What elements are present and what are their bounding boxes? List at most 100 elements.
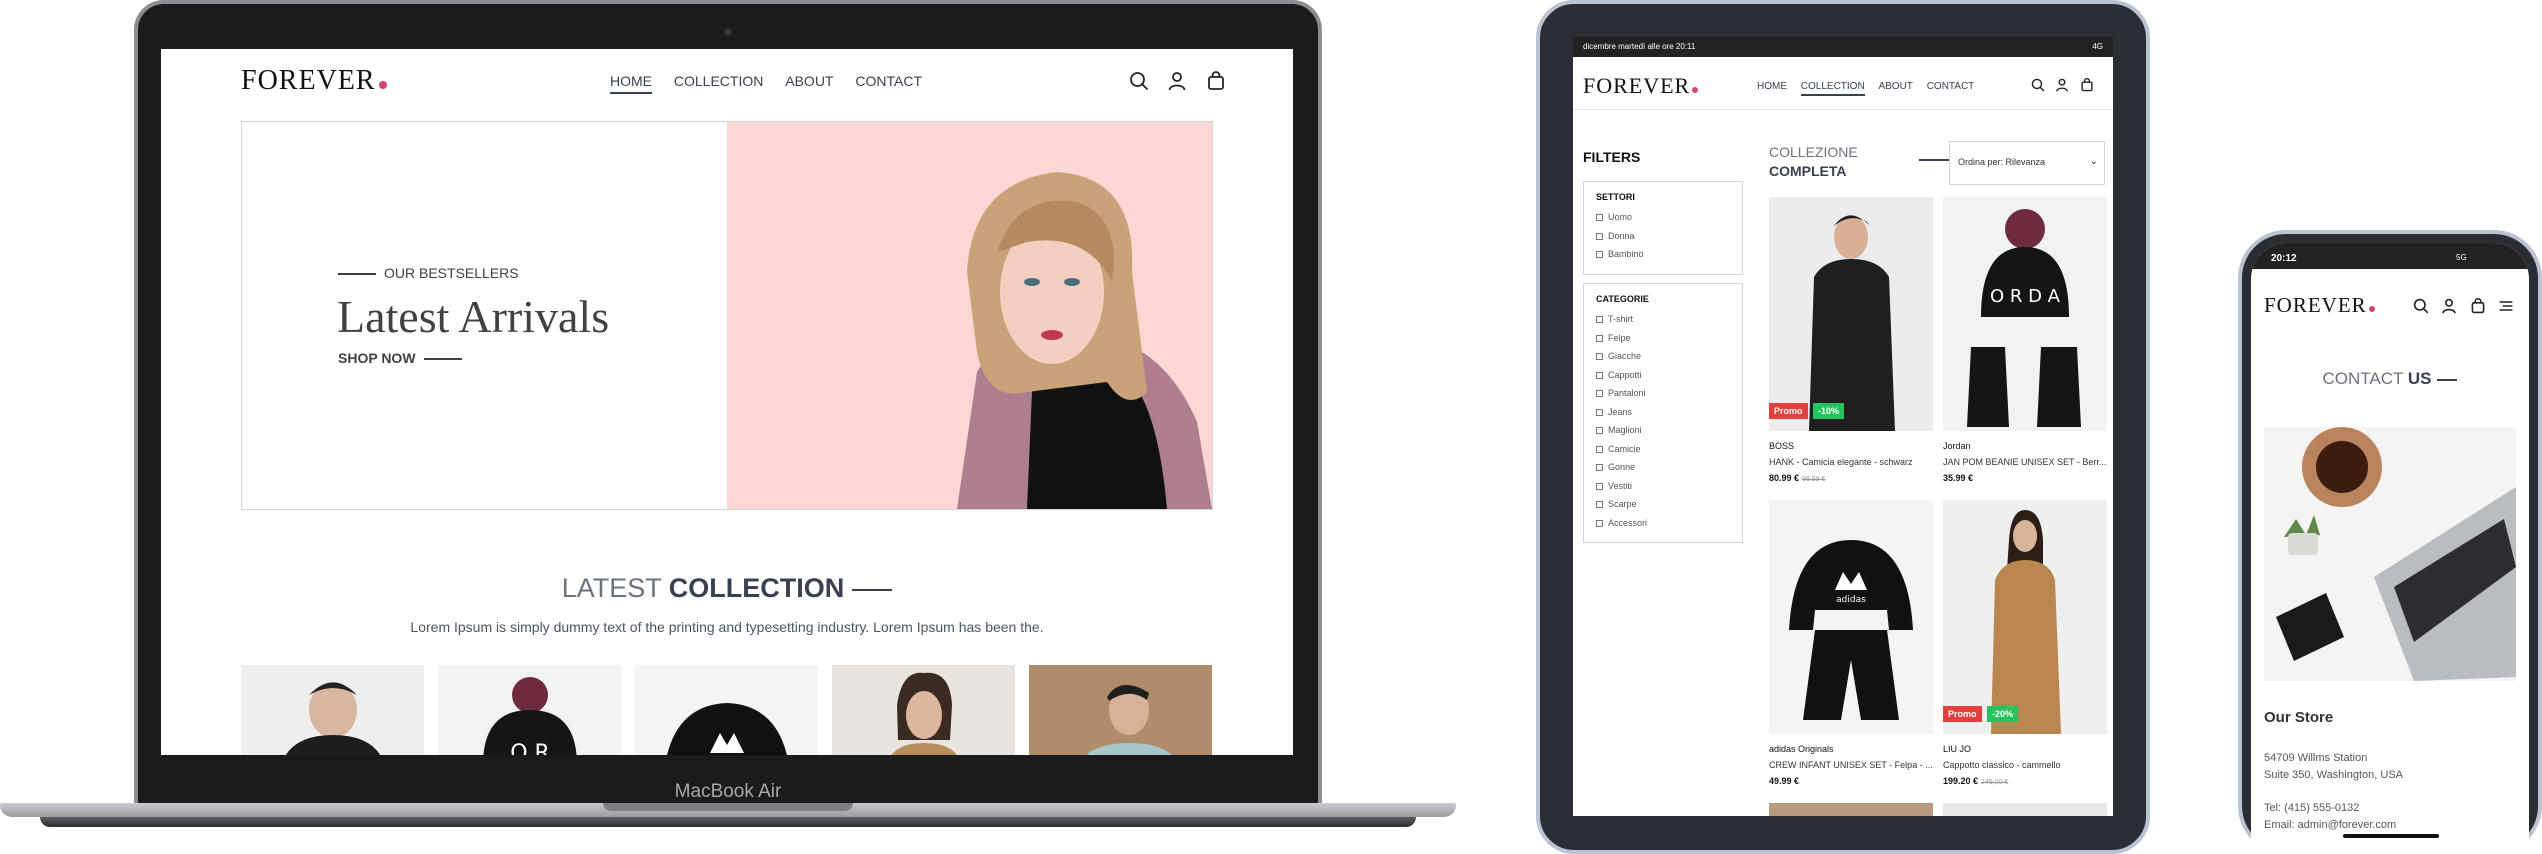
product-image[interactable]: O R D A [1943,197,2107,431]
categorie-filter-box: CATEGORIE T-shirt Felpe Giacche Cappotti… [1583,283,1743,543]
filter-option[interactable]: Cappotti [1596,366,1730,385]
product-price: 199.20 €249,00 € [1943,776,2009,786]
nav-collection[interactable]: COLLECTION [674,73,763,92]
bag-icon[interactable] [2080,78,2094,92]
filter-option[interactable]: Felpe [1596,329,1730,348]
categorie-title: CATEGORIE [1596,294,1649,304]
sort-select[interactable]: Ordina per: Rilevanza ⌄ [1949,141,2105,185]
store-title: Our Store [2264,709,2334,726]
hero-text-panel: OUR BESTSELLERS Latest Arrivals SHOP NOW [242,122,727,509]
product-price: 49.99 € [1769,776,1800,786]
main-nav: HOME COLLECTION ABOUT CONTACT [610,73,940,94]
product-card[interactable]: O R D A Jordan JAN POM BEANIE UNISEX SET… [1943,197,2107,483]
filter-option[interactable]: Vestiti [1596,477,1730,496]
home-indicator [2343,834,2439,838]
filter-option[interactable]: Accessori [1596,514,1730,533]
checkbox[interactable] [1596,251,1603,258]
checkbox[interactable] [1596,334,1603,342]
filters-title: FILTERS [1583,149,1641,165]
product-thumb[interactable]: O R [438,665,621,755]
menu-icon[interactable] [2498,298,2514,314]
nav-about[interactable]: ABOUT [1878,81,1912,94]
checkbox[interactable] [1596,482,1603,490]
filter-option[interactable]: Jeans [1596,403,1730,422]
checkbox[interactable] [1596,232,1603,240]
bag-icon[interactable] [1206,71,1226,91]
search-icon[interactable] [2031,78,2045,92]
status-network: 4G [2092,42,2103,51]
product-thumb[interactable] [832,665,1015,755]
collection-title-line [1919,159,1949,161]
nav-contact[interactable]: CONTACT [1927,81,1975,94]
search-icon[interactable] [1129,71,1149,91]
checkbox[interactable] [1596,464,1603,471]
filter-option[interactable]: Giacche [1596,347,1730,366]
tablet-screen: dicembre martedì alle ore 20:11 4G FOREV… [1573,37,2113,816]
hero-kicker: OUR BESTSELLERS [338,265,519,281]
store-email[interactable]: Email: admin@forever.com [2264,819,2396,831]
header-icons [1115,71,1226,96]
hero-image [727,122,1212,509]
tablet-status-bar: dicembre martedì alle ore 20:11 4G [1573,37,2113,57]
checkbox[interactable] [1596,214,1603,221]
laptop-screen: FOREVER HOME COLLECTION ABOUT CONTACT OU… [161,49,1293,755]
chevron-down-icon: ⌄ [2089,156,2098,167]
checkbox[interactable] [1596,519,1603,527]
nav-home[interactable]: HOME [1757,81,1787,94]
product-card[interactable]: Promo -20% LIU JO Cappotto classico - ca… [1943,500,2107,786]
product-thumb[interactable] [635,665,818,755]
filter-option[interactable]: Camicie [1596,440,1730,459]
product-card[interactable]: Promo -10% BOSS HANK - Camicia elegante … [1769,197,1933,483]
settori-filter-box: SETTORI Uomo Donna Bambino [1583,181,1743,275]
checkbox[interactable] [1596,353,1603,360]
header-icons [2025,78,2094,97]
contact-image [2264,427,2516,681]
checkbox[interactable] [1596,445,1603,453]
checkbox[interactable] [1596,408,1603,416]
product-thumb[interactable] [241,665,424,755]
shop-now-link[interactable]: SHOP NOW [338,350,462,366]
user-icon[interactable] [2441,298,2457,314]
nav-collection[interactable]: COLLECTION [1800,81,1865,96]
promo-badge: Promo [1769,403,1808,419]
checkbox[interactable] [1596,371,1603,379]
product-image[interactable] [1943,803,2107,816]
filter-option[interactable]: Donna [1596,227,1730,246]
checkbox[interactable] [1596,316,1603,323]
latest-collection-title: LATEST COLLECTION [161,573,1293,604]
checkbox[interactable] [1596,427,1603,434]
filter-option[interactable]: Bambino [1596,245,1730,264]
site-logo[interactable]: FOREVER [241,65,387,97]
logo-dot [2368,306,2375,312]
nav-home[interactable]: HOME [610,73,652,94]
product-card[interactable]: adidas adidas Originals CREW INFANT UNIS… [1769,500,1933,786]
checkbox[interactable] [1596,390,1603,397]
site-logo[interactable]: FOREVER [1583,73,1699,99]
bag-icon[interactable] [2470,298,2486,314]
nav-contact[interactable]: CONTACT [855,73,922,92]
filter-option[interactable]: Gonne [1596,458,1730,477]
product-name: Cappotto classico - cammello [1943,760,2061,770]
checkbox[interactable] [1596,501,1603,508]
product-brand: Jordan [1943,441,1971,451]
product-name: HANK - Camicia elegante - schwarz [1769,457,1913,467]
user-icon[interactable] [1167,71,1187,91]
product-image[interactable]: Promo -10% [1769,197,1933,431]
product-image[interactable]: Promo -20% [1943,500,2107,734]
filter-option[interactable]: Maglioni [1596,421,1730,440]
product-image[interactable] [1769,803,1933,816]
product-image[interactable]: adidas [1769,500,1933,734]
laptop-camera [724,28,732,36]
store-address-line-1: 54709 Willms Station [2264,752,2368,764]
filter-option[interactable]: Uomo [1596,208,1730,227]
nav-about[interactable]: ABOUT [785,73,833,92]
filter-option[interactable]: T-shirt [1596,310,1730,329]
site-logo[interactable]: FOREVER [2264,293,2375,318]
filter-option[interactable]: Scarpe [1596,495,1730,514]
phone-status-time: 20:12 [2271,253,2297,264]
product-thumb[interactable] [1029,665,1212,755]
filter-option[interactable]: Pantaloni [1596,384,1730,403]
search-icon[interactable] [2413,298,2429,314]
discount-badge: -20% [1987,706,2019,722]
user-icon[interactable] [2055,78,2069,92]
